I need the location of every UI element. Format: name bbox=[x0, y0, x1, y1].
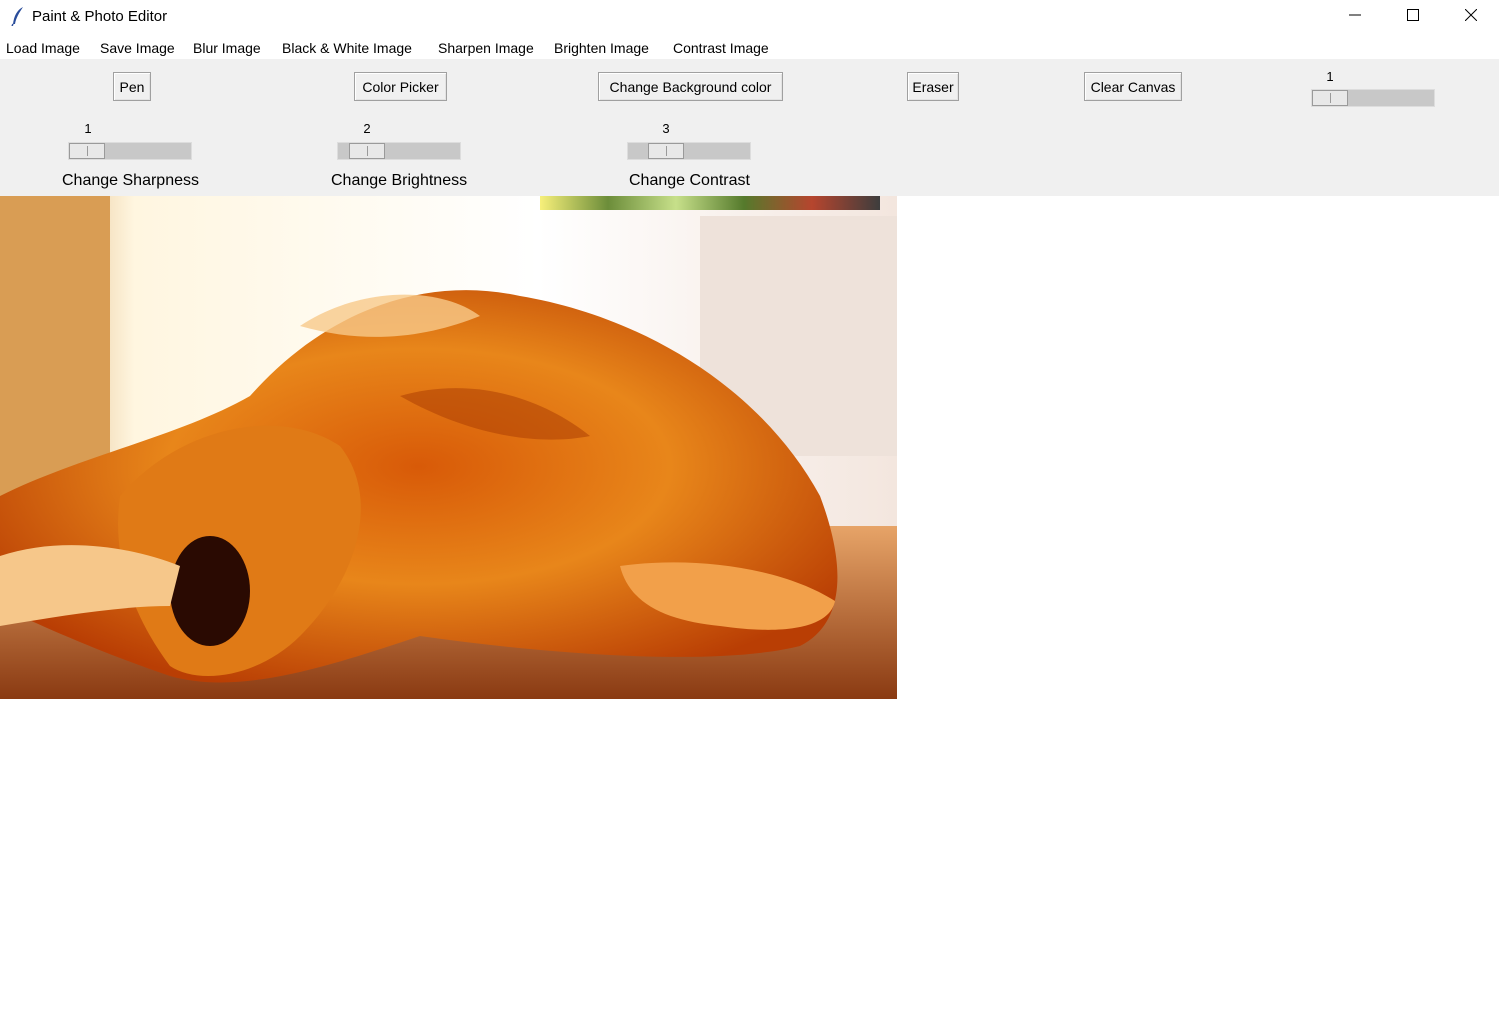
maximize-icon bbox=[1407, 8, 1419, 26]
drawing-canvas[interactable] bbox=[0, 196, 1499, 1020]
sharpness-slider-handle[interactable] bbox=[69, 143, 105, 159]
sharpness-value: 1 bbox=[84, 121, 92, 136]
contrast-value: 3 bbox=[662, 121, 670, 136]
menu-save-image[interactable]: Save Image bbox=[100, 40, 175, 56]
dog-photo bbox=[0, 196, 897, 699]
brightness-value: 2 bbox=[363, 121, 371, 136]
pen-button[interactable]: Pen bbox=[113, 72, 151, 101]
close-icon bbox=[1464, 8, 1478, 26]
contrast-slider[interactable] bbox=[627, 142, 751, 160]
contrast-label: Change Contrast bbox=[629, 172, 750, 189]
pen-size-slider-handle[interactable] bbox=[1312, 90, 1348, 106]
menu-black-white-image[interactable]: Black & White Image bbox=[282, 40, 412, 56]
contrast-slider-handle[interactable] bbox=[648, 143, 684, 159]
brightness-slider-handle[interactable] bbox=[349, 143, 385, 159]
brightness-slider[interactable] bbox=[337, 142, 461, 160]
clear-canvas-button[interactable]: Clear Canvas bbox=[1084, 72, 1182, 101]
eraser-button[interactable]: Eraser bbox=[907, 72, 959, 101]
feather-icon bbox=[10, 6, 26, 27]
sharpness-slider[interactable] bbox=[68, 142, 192, 160]
color-picker-button[interactable]: Color Picker bbox=[354, 72, 447, 101]
brightness-label: Change Brightness bbox=[331, 172, 468, 189]
menu-bar: Load Image Save Image Blur Image Black &… bbox=[0, 34, 1499, 59]
menu-load-image[interactable]: Load Image bbox=[6, 40, 80, 56]
minimize-icon bbox=[1349, 8, 1361, 26]
maximize-button[interactable] bbox=[1384, 0, 1442, 34]
menu-brighten-image[interactable]: Brighten Image bbox=[554, 40, 649, 56]
window-title: Paint & Photo Editor bbox=[32, 8, 168, 25]
menu-sharpen-image[interactable]: Sharpen Image bbox=[438, 40, 534, 56]
menu-blur-image[interactable]: Blur Image bbox=[193, 40, 261, 56]
close-button[interactable] bbox=[1442, 0, 1499, 34]
toolbar: Pen Color Picker Change Background color… bbox=[0, 59, 1499, 196]
sharpness-label: Change Sharpness bbox=[62, 172, 199, 189]
title-bar: Paint & Photo Editor bbox=[0, 0, 1499, 34]
minimize-button[interactable] bbox=[1326, 0, 1384, 34]
menu-contrast-image[interactable]: Contrast Image bbox=[673, 40, 769, 56]
change-background-color-button[interactable]: Change Background color bbox=[598, 72, 783, 101]
pen-size-value: 1 bbox=[1326, 69, 1334, 84]
pen-size-slider[interactable] bbox=[1311, 89, 1435, 107]
